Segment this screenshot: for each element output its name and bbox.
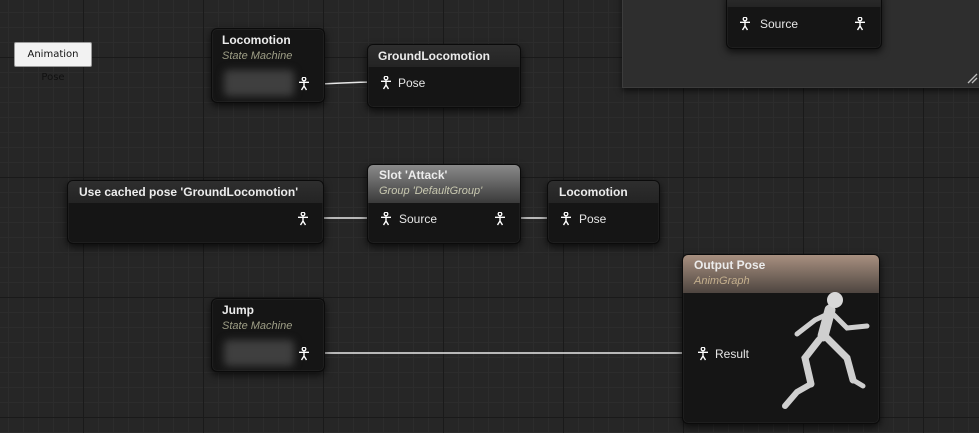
node-title: Output Pose (694, 258, 766, 272)
state-machine-preview (224, 70, 294, 96)
node-header: Slot 'Attack' Group 'DefaultGroup' (368, 165, 520, 203)
node-partial-top[interactable]: Source (726, 0, 882, 49)
node-title: Slot 'Attack' (379, 168, 448, 182)
mannequin-running-icon (782, 292, 870, 409)
tooltip-animation-pose: Animation Pose (14, 42, 92, 83)
node-title: Jump (222, 303, 255, 317)
person-pose-icon[interactable] (739, 17, 751, 31)
node-jump-state-machine[interactable]: Jump State Machine (211, 298, 325, 372)
person-pose-icon[interactable] (697, 347, 709, 361)
node-header: Jump State Machine (212, 299, 324, 339)
person-pose-icon[interactable] (380, 76, 392, 90)
resize-grip-icon[interactable] (965, 71, 978, 84)
pin-label-source: Source (399, 212, 438, 226)
person-pose-icon[interactable] (380, 212, 392, 226)
person-pose-icon[interactable] (298, 77, 310, 91)
node-locomotion-cache[interactable]: Locomotion Pose (547, 180, 660, 244)
node-use-cached-pose[interactable]: Use cached pose 'GroundLocomotion' (67, 180, 324, 244)
person-pose-icon[interactable] (494, 212, 506, 226)
node-subtitle: State Machine (222, 50, 293, 62)
node-title: Use cached pose 'GroundLocomotion' (79, 185, 299, 199)
node-header: Use cached pose 'GroundLocomotion' (68, 181, 323, 203)
pin-label-pose: Pose (579, 212, 607, 226)
pin-label-pose: Pose (398, 76, 426, 90)
pin-label-result: Result (715, 347, 750, 361)
person-pose-icon[interactable] (560, 212, 572, 226)
state-machine-preview (224, 340, 294, 366)
pin-label-source: Source (760, 17, 799, 31)
anim-graph-canvas[interactable]: Source Animation Pose Locomotion State M… (0, 0, 979, 433)
person-pose-icon[interactable] (854, 17, 866, 31)
person-pose-icon[interactable] (297, 212, 309, 226)
node-partial-header (727, 0, 881, 7)
node-groundlocomotion[interactable]: GroundLocomotion Pose (367, 44, 521, 108)
node-title: Locomotion (559, 185, 628, 199)
person-pose-icon[interactable] (298, 347, 310, 361)
node-subtitle: Group 'DefaultGroup' (379, 185, 483, 197)
node-slot-attack[interactable]: Slot 'Attack' Group 'DefaultGroup' Sourc… (367, 164, 521, 244)
node-title: GroundLocomotion (378, 49, 490, 63)
node-subtitle: AnimGraph (694, 275, 750, 287)
node-locomotion-state-machine[interactable]: Locomotion State Machine (211, 28, 325, 103)
node-header: Locomotion State Machine (212, 29, 324, 69)
node-header: Locomotion (548, 181, 659, 203)
node-subtitle: State Machine (222, 320, 293, 332)
node-header: GroundLocomotion (368, 45, 520, 67)
node-title: Locomotion (222, 33, 291, 47)
